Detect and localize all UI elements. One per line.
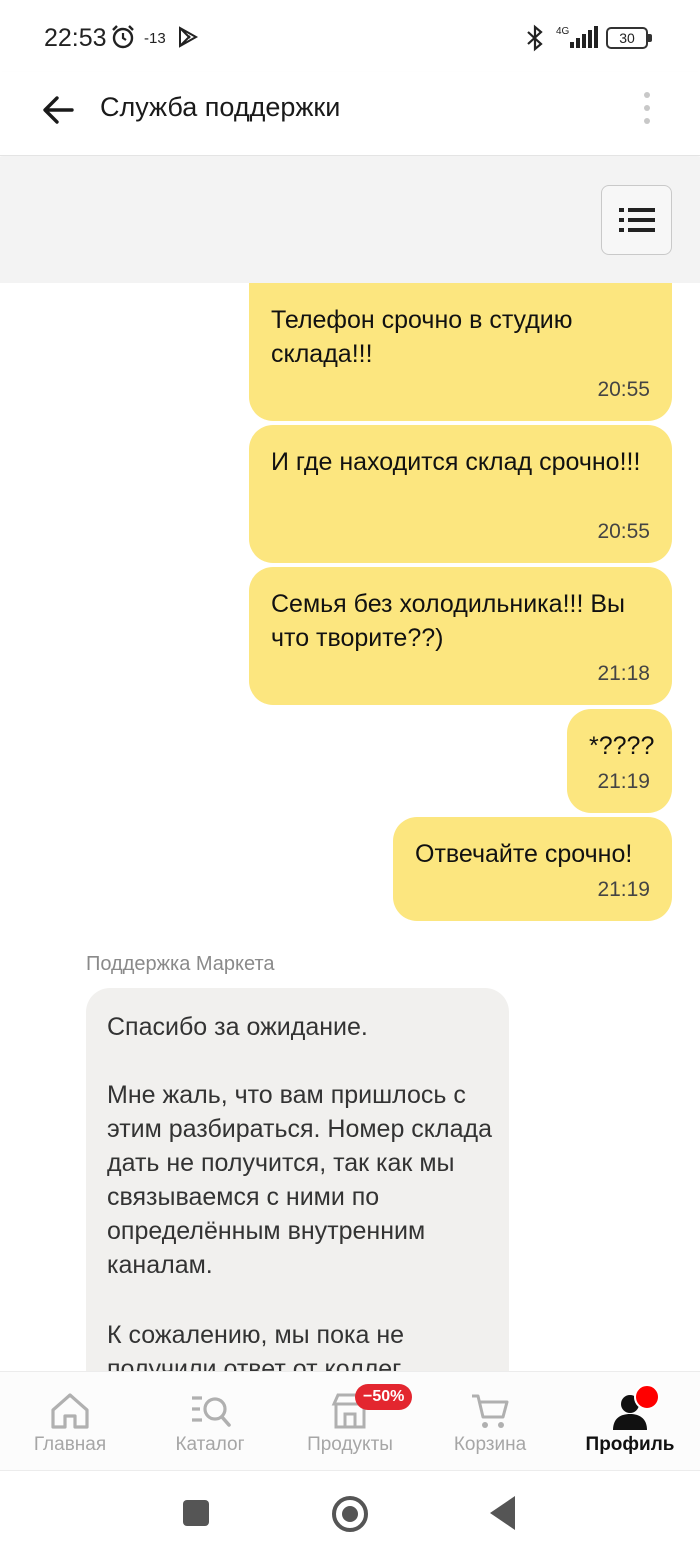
- nav-item-cart[interactable]: Корзина: [420, 1372, 560, 1472]
- menu-button[interactable]: [601, 185, 672, 255]
- cart-icon: [472, 1394, 509, 1428]
- nav-label: Корзина: [453, 1434, 527, 1455]
- message-text: Телефон срочно в студию склада!!!: [271, 306, 573, 368]
- battery-icon: 30: [606, 27, 652, 49]
- notification-dot: [634, 1384, 660, 1410]
- status-time: 22:53: [44, 24, 107, 52]
- more-vertical-icon: [644, 92, 650, 98]
- chat-toolbar: [0, 157, 700, 283]
- bottom-navigation: Главная Каталог Продукты Корзина Профиль: [0, 1371, 700, 1471]
- alarm-icon: [112, 25, 134, 49]
- message-paragraph: К сожалению, мы пока не получили ответ о…: [107, 1321, 405, 1371]
- message-time: 21:19: [597, 770, 650, 793]
- more-button[interactable]: [630, 86, 664, 130]
- chat-area[interactable]: Телефон срочно в студию склада!!! 20:55 …: [0, 283, 700, 1371]
- nav-label: Главная: [33, 1434, 107, 1455]
- nav-item-home[interactable]: Главная: [0, 1372, 140, 1472]
- home-button[interactable]: [332, 1496, 368, 1532]
- system-navigation: [0, 1472, 700, 1556]
- message-time: 21:19: [597, 878, 650, 901]
- page-title: Служба поддержки: [100, 92, 341, 122]
- message-text: Семья без холодильника!!! Вы что творите…: [271, 590, 626, 652]
- nav-label: Профиль: [585, 1434, 675, 1455]
- signal-icon: [570, 26, 598, 48]
- nav-item-catalog[interactable]: Каталог: [140, 1372, 280, 1472]
- status-bar: 22:53 -13 4G 30: [0, 0, 700, 72]
- outgoing-message: Телефон срочно в студию склада!!! 20:55: [249, 283, 672, 421]
- message-text: *????: [589, 732, 655, 760]
- nav-label: Каталог: [175, 1434, 245, 1455]
- message-time: 20:55: [597, 378, 650, 401]
- recent-apps-button[interactable]: [183, 1500, 209, 1526]
- incoming-message: Спасибо за ожидание. Мне жаль, что вам п…: [86, 988, 509, 1371]
- discount-badge: −50%: [355, 1384, 413, 1410]
- outgoing-message: Отвечайте срочно! 21:19: [393, 817, 672, 921]
- bluetooth-icon: [527, 24, 543, 52]
- nav-item-profile[interactable]: Профиль: [560, 1372, 700, 1472]
- outgoing-message: *???? 21:19: [567, 709, 672, 813]
- message-text: Отвечайте срочно!: [415, 840, 633, 868]
- battery-level: 30: [606, 27, 648, 49]
- system-back-button[interactable]: [490, 1496, 515, 1530]
- catalog-search-icon: [192, 1396, 231, 1427]
- play-icon: [179, 26, 199, 48]
- back-button[interactable]: [36, 88, 80, 132]
- nav-label: Продукты: [307, 1434, 393, 1455]
- outgoing-message: Семья без холодильника!!! Вы что творите…: [249, 567, 672, 705]
- message-text: И где находится склад срочно!!!: [271, 448, 641, 476]
- app-header: Служба поддержки: [0, 72, 700, 156]
- home-icon: [51, 1393, 89, 1429]
- message-paragraph: Мне жаль, что вам пришлось с этим разбир…: [107, 1081, 493, 1279]
- list-icon: [618, 208, 655, 232]
- outgoing-message: И где находится склад срочно!!! 20:55: [249, 425, 672, 563]
- message-time: 20:55: [597, 520, 650, 543]
- message-sender: Поддержка Маркета: [86, 953, 275, 975]
- status-temperature: -13: [144, 30, 166, 47]
- message-paragraph: Спасибо за ожидание.: [107, 1013, 368, 1041]
- message-time: 21:18: [597, 662, 650, 685]
- arrow-left-icon: [43, 96, 74, 124]
